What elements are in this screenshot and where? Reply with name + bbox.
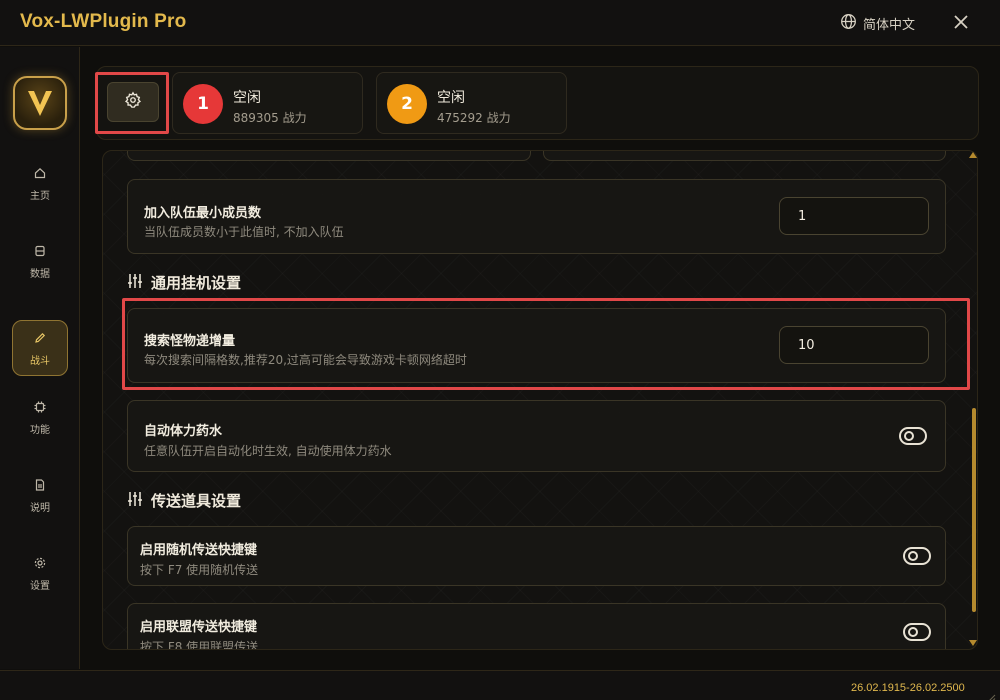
setting-description: 按下 F8 使用联盟传送 [140,640,259,650]
settings-highlight-box [95,72,169,134]
settings-scroll-area[interactable]: 加入队伍最小成员数 当队伍成员数小于此值时, 不加入队伍 通用挂机设置 搜索怪物… [102,150,978,650]
alliance-teleport-toggle[interactable] [903,623,931,641]
sidebar-item-label: 功能 [30,425,50,436]
setting-title: 自动体力药水 [144,424,223,439]
language-label: 简体中文 [863,17,916,33]
sidebar-item-home[interactable]: 主页 [12,155,68,211]
gear-icon [34,554,46,573]
chip-icon [34,398,46,417]
player-status: 空闲 [233,90,261,106]
sidebar-item-label: 主页 [30,191,50,202]
setting-auto-potion: 自动体力药水 任意队伍开启自动化时生效, 自动使用体力药水 [127,400,946,472]
app-logo [13,76,67,130]
setting-alliance-teleport: 启用联盟传送快捷键 按下 F8 使用联盟传送 [127,603,946,650]
language-selector[interactable]: 简体中文 [840,12,915,34]
pencil-icon [34,329,46,348]
resize-grip-icon[interactable] [987,688,996,700]
player-badge: 2 [387,84,427,124]
toggle-knob [908,627,918,637]
min-team-members-input[interactable] [779,197,929,235]
sidebar-item-features[interactable]: 功能 [12,389,68,445]
sidebar-item-docs[interactable]: 说明 [12,467,68,523]
sliders-icon [127,491,143,511]
title-bar: Vox-LWPlugin Pro 简体中文 [0,0,1000,46]
close-icon [954,14,968,33]
section-general-settings: 通用挂机设置 [127,272,241,293]
sidebar: 主页 数据 战斗 功能 说明 设置 [0,47,80,669]
globe-icon [840,13,857,34]
player-power: 475292 战力 [437,111,511,125]
random-teleport-toggle[interactable] [903,547,931,565]
status-bar: 26.02.1915-26.02.2500 [0,670,1000,700]
scrollbar-thumb[interactable] [972,408,976,612]
setting-title: 启用随机传送快捷键 [140,543,258,558]
sidebar-item-battle[interactable]: 战斗 [12,320,68,376]
database-icon [34,242,46,261]
player-card-1[interactable]: 1 空闲 889305 战力 [172,72,363,134]
scroll-down-arrow-icon[interactable] [969,640,977,646]
setting-random-teleport: 启用随机传送快捷键 按下 F7 使用随机传送 [127,526,946,586]
auto-potion-toggle[interactable] [899,427,927,445]
app-title: Vox-LWPlugin Pro [20,11,187,32]
toggle-knob [908,551,918,561]
home-icon [34,164,46,183]
setting-description: 按下 F7 使用随机传送 [140,563,259,577]
sidebar-item-settings[interactable]: 设置 [12,545,68,601]
setting-title: 启用联盟传送快捷键 [140,620,258,635]
player-card-2[interactable]: 2 空闲 475292 战力 [376,72,567,134]
section-title: 传送道具设置 [151,492,242,510]
setting-description: 任意队伍开启自动化时生效, 自动使用体力药水 [144,444,392,458]
sidebar-item-data[interactable]: 数据 [12,233,68,289]
sidebar-item-label: 设置 [30,581,50,592]
setting-title: 加入队伍最小成员数 [144,206,262,221]
player-status: 空闲 [437,90,465,106]
close-button[interactable] [950,12,972,34]
setting-min-team-members: 加入队伍最小成员数 当队伍成员数小于此值时, 不加入队伍 [127,179,946,254]
search-increment-highlight-box [122,298,970,390]
sidebar-item-label: 战斗 [30,356,50,367]
document-icon [34,476,46,495]
sliders-icon [127,273,143,293]
sidebar-item-label: 数据 [30,269,50,280]
sidebar-item-label: 说明 [30,503,50,514]
settings-card-partial [127,151,531,161]
player-power: 889305 战力 [233,111,307,125]
section-teleport-settings: 传送道具设置 [127,490,241,511]
section-title: 通用挂机设置 [151,274,242,292]
setting-description: 当队伍成员数小于此值时, 不加入队伍 [144,225,344,239]
settings-card-partial [543,151,946,161]
scroll-up-arrow-icon[interactable] [969,152,977,158]
toggle-knob [904,431,914,441]
version-label: 26.02.1915-26.02.2500 [851,682,965,694]
player-badge: 1 [183,84,223,124]
